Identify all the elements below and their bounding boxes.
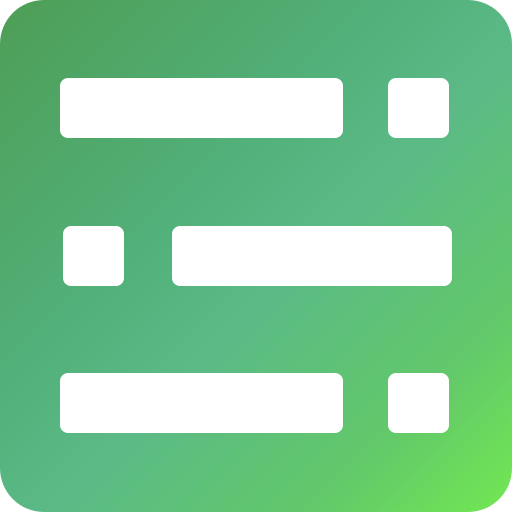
row-2-square bbox=[63, 226, 124, 286]
row-3-square bbox=[388, 373, 449, 433]
row-1-bar bbox=[60, 78, 343, 138]
row-3-bar bbox=[60, 373, 343, 433]
list-settings-icon bbox=[0, 0, 512, 512]
row-1-square bbox=[388, 78, 449, 138]
row-2-bar bbox=[172, 226, 452, 286]
